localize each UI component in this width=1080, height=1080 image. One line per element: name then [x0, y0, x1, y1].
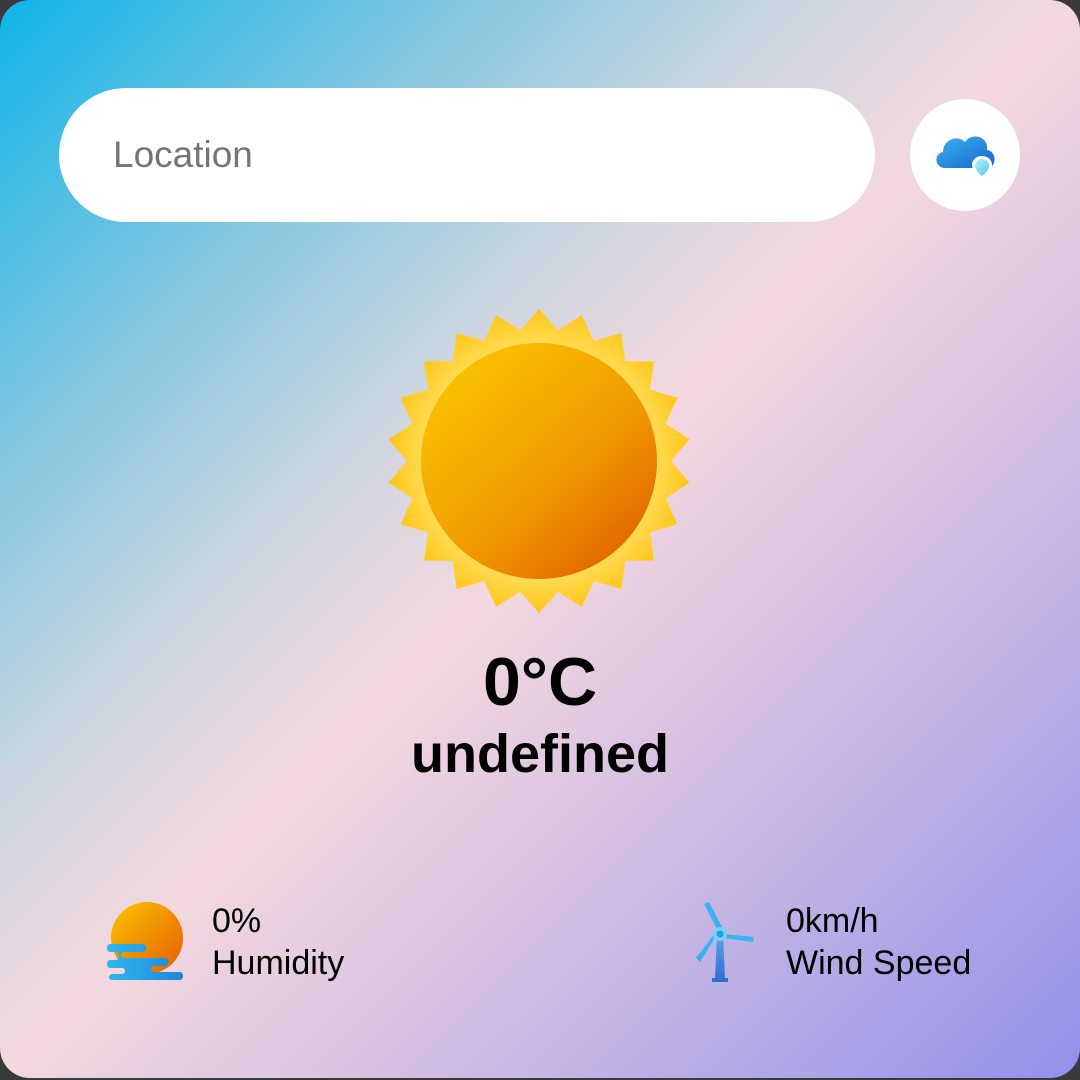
wind-speed-label: Wind Speed — [786, 944, 972, 982]
humidity-icon — [107, 902, 183, 980]
humidity-value: 0% — [212, 902, 262, 940]
humidity-label: Humidity — [212, 944, 345, 982]
wind-speed-value: 0km/h — [786, 902, 879, 940]
wind-turbine-icon — [696, 902, 754, 982]
location-search-input[interactable] — [59, 88, 875, 222]
temperature-value: 0°C — [482, 644, 598, 720]
search-button[interactable] — [910, 99, 1020, 211]
weather-condition: undefined — [411, 724, 669, 784]
humidity-detail: 0% Humidity — [104, 900, 404, 988]
cloud-icon — [936, 136, 995, 179]
weather-card: 0°C undefined 0% Humidity — [0, 0, 1080, 1078]
sun-icon — [388, 309, 690, 613]
wind-detail: 0km/h Wind Speed — [692, 900, 1012, 988]
